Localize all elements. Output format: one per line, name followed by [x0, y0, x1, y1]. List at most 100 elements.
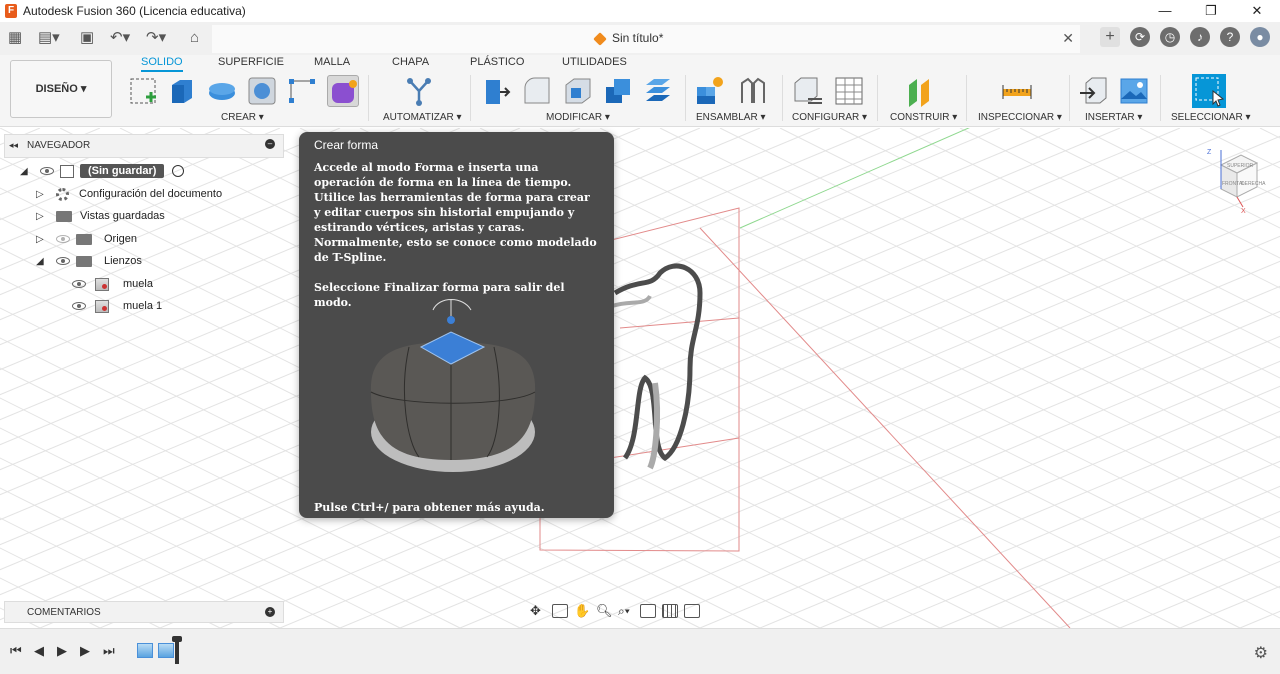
ensamblar-menu[interactable]: ENSAMBLAR ▾	[696, 112, 765, 123]
folder-icon	[76, 255, 92, 267]
home-icon[interactable]: ⌂	[190, 28, 199, 48]
navigator-minimize-icon[interactable]: –	[265, 139, 275, 149]
close-button[interactable]: ✕	[1234, 0, 1280, 22]
tree-item[interactable]: muela 1	[72, 296, 162, 316]
collapse-left-icon[interactable]: ◂◂	[9, 140, 18, 151]
offset-plane-icon[interactable]	[905, 75, 937, 107]
viewports-icon[interactable]	[684, 604, 700, 618]
expand-icon[interactable]: ▷	[36, 211, 46, 222]
notifications-icon[interactable]: ♪	[1190, 27, 1210, 47]
visibility-eye-icon[interactable]	[56, 257, 70, 265]
document-tab[interactable]: Sin título* ✕	[212, 25, 1080, 53]
create-sketch-icon[interactable]	[128, 75, 160, 107]
offset-faces-icon[interactable]	[642, 75, 674, 107]
expand-icon[interactable]: ◢	[20, 166, 30, 177]
hidden-eye-icon[interactable]	[56, 235, 70, 243]
step-forward-icon[interactable]: ▶︎	[80, 643, 90, 659]
tab-superficie[interactable]: SUPERFICIE	[218, 56, 284, 68]
modificar-menu[interactable]: MODIFICAR ▾	[546, 112, 610, 123]
file-menu-icon[interactable]: ▤▾	[38, 28, 60, 48]
comments-panel-header[interactable]: COMENTARIOS +	[4, 601, 284, 623]
timeline-canvas-feature[interactable]	[137, 643, 153, 658]
visibility-eye-icon[interactable]	[40, 167, 54, 175]
activate-radio-icon[interactable]	[172, 165, 185, 177]
new-component-icon[interactable]	[694, 75, 726, 107]
timeline-canvas-feature[interactable]	[158, 643, 174, 658]
change-parameters-icon[interactable]	[792, 75, 824, 107]
extensions-icon[interactable]: ⟳	[1130, 27, 1150, 47]
tab-solido[interactable]: SOLIDO	[141, 56, 183, 72]
shell-icon[interactable]	[562, 75, 594, 107]
seleccionar-menu[interactable]: SELECCIONAR ▾	[1171, 112, 1250, 123]
separator	[877, 75, 878, 121]
folder-icon	[76, 233, 92, 245]
redo-icon[interactable]: ↷▾	[146, 28, 166, 48]
insertar-menu[interactable]: INSERTAR ▾	[1085, 112, 1142, 123]
pan-hand-icon[interactable]: ✋	[574, 604, 590, 618]
tab-utilidades[interactable]: UTILIDADES	[562, 56, 627, 68]
play-icon[interactable]: ▶︎	[57, 643, 67, 659]
help-icon[interactable]: ?	[1220, 27, 1240, 47]
revolve-icon[interactable]	[206, 75, 238, 107]
go-to-end-icon[interactable]: ⏭	[103, 643, 115, 659]
tree-item[interactable]: ▷ Configuración del documento	[36, 184, 222, 204]
orbit-icon[interactable]: ✥	[530, 604, 546, 618]
tab-plastico[interactable]: PLÁSTICO	[470, 56, 524, 68]
fillet-icon[interactable]	[521, 75, 553, 107]
tree-item[interactable]: ▷ Origen	[36, 229, 137, 249]
insert-canvas-icon[interactable]	[1118, 75, 1150, 107]
maximize-button[interactable]: ❐	[1188, 0, 1234, 22]
display-settings-icon[interactable]	[640, 604, 656, 618]
combine-icon[interactable]	[602, 75, 634, 107]
configurar-menu[interactable]: CONFIGURAR ▾	[792, 112, 867, 123]
step-back-icon[interactable]: ◀︎	[34, 643, 44, 659]
viewcube-right-label[interactable]: DERECHA	[1241, 181, 1266, 187]
inspeccionar-menu[interactable]: INSPECCIONAR ▾	[978, 112, 1062, 123]
extrude-icon[interactable]	[166, 75, 198, 107]
workspace-switcher-button[interactable]: DISEÑO ▾	[10, 60, 112, 118]
hole-icon[interactable]	[246, 75, 278, 107]
timeline-settings-gear-icon[interactable]: ⚙	[1254, 643, 1268, 663]
minimize-button[interactable]: —	[1142, 0, 1188, 22]
data-panel-grid-icon[interactable]: ▦	[8, 28, 22, 48]
joint-icon[interactable]	[736, 75, 768, 107]
fit-zoom-icon[interactable]: ⌕▾	[618, 604, 634, 618]
expand-icon[interactable]: ▷	[36, 234, 46, 245]
viewcube[interactable]: SUPERIOR FRONTAL DERECHA Z X	[1205, 145, 1275, 215]
create-form-icon[interactable]	[327, 75, 359, 107]
go-to-start-icon[interactable]: ⏮	[10, 643, 22, 659]
undo-icon[interactable]: ↶▾	[110, 28, 130, 48]
select-icon[interactable]	[1191, 73, 1227, 109]
automate-icon[interactable]	[403, 75, 435, 107]
close-tab-icon[interactable]: ✕	[1062, 30, 1074, 47]
expand-icon[interactable]: ▷	[36, 189, 46, 200]
automatizar-menu[interactable]: AUTOMATIZAR ▾	[383, 112, 462, 123]
visibility-eye-icon[interactable]	[72, 302, 86, 310]
tab-chapa[interactable]: CHAPA	[392, 56, 429, 68]
expand-icon[interactable]: ◢	[36, 256, 46, 267]
user-avatar[interactable]: ●	[1250, 27, 1270, 47]
visibility-eye-icon[interactable]	[72, 280, 86, 288]
y-axis-line	[739, 128, 970, 229]
measure-icon[interactable]	[1001, 75, 1033, 107]
insert-derive-icon[interactable]	[1078, 75, 1110, 107]
grid-settings-icon[interactable]	[662, 604, 678, 618]
press-pull-icon[interactable]	[480, 75, 512, 107]
zoom-icon[interactable]: 🔍︎	[596, 604, 613, 618]
new-tab-icon[interactable]: +	[1100, 27, 1120, 47]
pattern-icon[interactable]	[286, 75, 318, 107]
look-at-icon[interactable]	[552, 604, 568, 618]
comments-expand-icon[interactable]: +	[265, 607, 275, 617]
crear-menu[interactable]: CREAR ▾	[221, 112, 264, 123]
save-icon[interactable]: ▣	[80, 28, 94, 48]
tree-item[interactable]: ◢ Lienzos	[36, 251, 142, 271]
tree-item[interactable]: muela	[72, 274, 153, 294]
tree-item[interactable]: ▷ Vistas guardadas	[36, 206, 165, 226]
timeline-marker[interactable]	[172, 636, 182, 664]
viewcube-top-label[interactable]: SUPERIOR	[1227, 163, 1254, 169]
construir-menu[interactable]: CONSTRUIR ▾	[890, 112, 957, 123]
job-status-icon[interactable]: ◷	[1160, 27, 1180, 47]
tree-root[interactable]: ◢ (Sin guardar)	[20, 161, 185, 181]
configuration-table-icon[interactable]	[833, 75, 865, 107]
tab-malla[interactable]: MALLA	[314, 56, 350, 68]
